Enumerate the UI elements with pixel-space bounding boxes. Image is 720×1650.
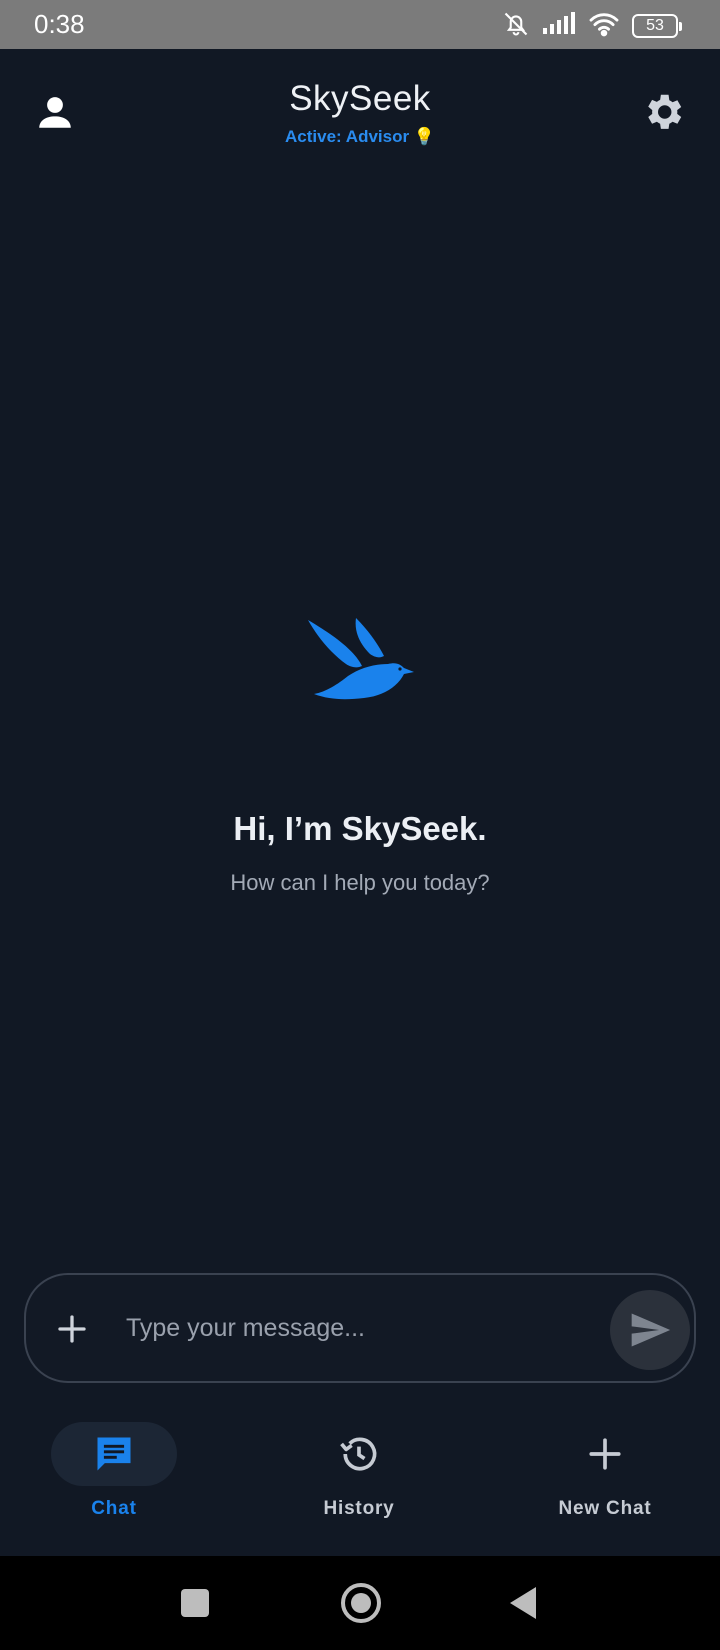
attach-button[interactable] [54,1311,90,1347]
message-composer [24,1273,696,1383]
settings-gear-icon [648,94,682,129]
nav-label-chat: Chat [91,1498,137,1519]
message-input[interactable] [126,1303,566,1353]
active-mode-label[interactable]: Active: Advisor 💡 [0,127,720,147]
recents-square-icon[interactable] [181,1589,209,1617]
status-icons: 53 [502,10,682,43]
greeting-subtitle: How can I help you today? [230,870,490,895]
history-icon [340,1437,377,1471]
back-triangle-icon[interactable] [510,1587,536,1619]
status-time: 0:38 [34,9,85,39]
nav-item-chat[interactable]: Chat [14,1422,214,1532]
bird-logo-icon [304,614,416,710]
greeting-heading: Hi, I’m SkySeek. [233,810,487,847]
status-bar: 0:38 53 [0,0,720,49]
signal-icon [542,11,576,41]
battery-icon: 53 [632,14,682,38]
nav-label-history: History [323,1498,395,1519]
bell-off-icon [502,10,530,43]
settings-button[interactable] [640,89,686,135]
bottom-navigation: Chat History New Chat [0,1400,720,1556]
system-navigation-bar [0,1556,720,1650]
app-header: SkySeek Active: Advisor 💡 [0,49,720,169]
nav-item-new-chat[interactable]: New Chat [505,1422,705,1532]
nav-label-new-chat: New Chat [558,1498,652,1519]
plus-icon [58,1315,86,1343]
plus-icon [589,1438,621,1470]
wifi-icon [588,11,620,42]
home-circle-icon[interactable] [341,1583,381,1623]
send-icon [631,1313,671,1347]
send-button[interactable] [610,1290,690,1370]
chat-icon [97,1437,131,1471]
app-title: SkySeek [289,79,431,118]
nav-item-history[interactable]: History [259,1422,459,1532]
